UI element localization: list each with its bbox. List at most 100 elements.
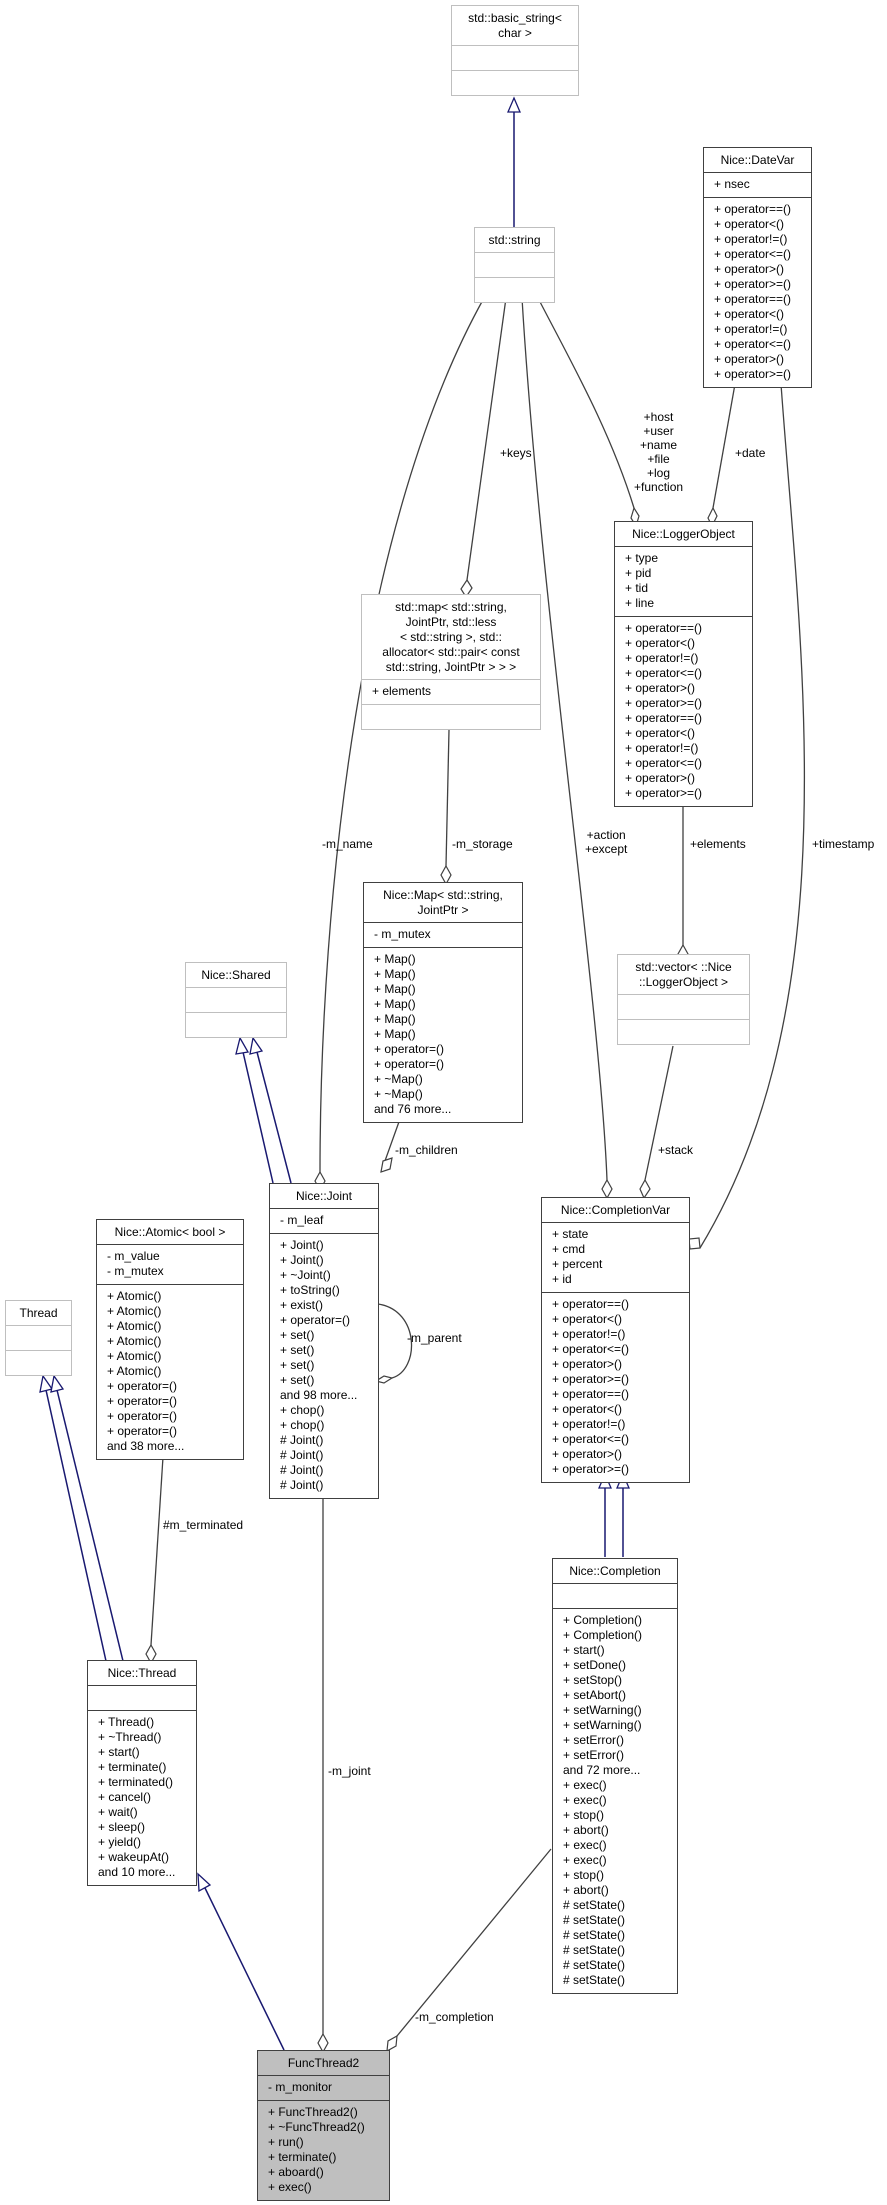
attribute: + state: [552, 1227, 589, 1241]
class-nice-shared[interactable]: Nice::Shared: [185, 962, 287, 1038]
method: # setState(): [563, 1943, 626, 1957]
attribute: - m_value: [107, 1249, 160, 1263]
method: + Map(): [374, 967, 416, 981]
method: + terminate(): [268, 2150, 337, 2164]
method: + toString(): [280, 1283, 340, 1297]
method: + operator>(): [625, 681, 696, 695]
method: + operator=(): [107, 1394, 178, 1408]
method: + Joint(): [280, 1253, 324, 1267]
method: + operator>=(): [625, 696, 703, 710]
inheritance-edge-joint-shared: [235, 1036, 292, 1184]
method: + operator>(): [552, 1447, 623, 1461]
methods-section: [618, 1019, 749, 1044]
method: + Atomic(): [107, 1334, 162, 1348]
method: + Atomic(): [107, 1364, 162, 1378]
edge-label-date: +date: [735, 446, 766, 460]
methods-section: + Thread() + ~Thread() + start() + terminat…: [88, 1710, 196, 1885]
method: + Map(): [374, 1012, 416, 1026]
method: + operator<=(): [714, 247, 792, 261]
association-edge-atomic-nicethread: [145, 1456, 164, 1665]
class-name: Nice::Thread: [107, 1666, 177, 1680]
attributes-section: + state + cmd + percent + id: [542, 1222, 689, 1292]
methods-section: + Joint() + Joint() + ~Joint() + toString()…: [270, 1233, 378, 1498]
method: + sleep(): [98, 1820, 146, 1834]
class-name: Nice::Map< std::string, JointPtr >: [383, 888, 503, 917]
class-name: Nice::Shared: [201, 968, 271, 982]
method: # setState(): [563, 1928, 626, 1942]
methods-section: + operator==() + operator<() + operator!=(…: [542, 1292, 689, 1482]
method: + exist(): [280, 1298, 324, 1312]
class-basic-string[interactable]: std::basic_string< char >: [451, 5, 579, 96]
method: + operator>=(): [625, 786, 703, 800]
edge-label-timestamp: +timestamp: [812, 837, 875, 851]
method: + operator=(): [107, 1409, 178, 1423]
method: + Map(): [374, 1027, 416, 1041]
method: + exec(): [563, 1853, 607, 1867]
attribute: + type: [625, 551, 659, 565]
method: + operator!=(): [714, 322, 788, 336]
association-edge-string-completionvar: [521, 297, 613, 1200]
inheritance-edge-functhread2-nicethread: [197, 1872, 285, 2051]
method: + wakeupAt(): [98, 1850, 170, 1864]
class-nice-thread[interactable]: Nice::Thread+ Thread() + ~Thread() + start…: [87, 1660, 197, 1886]
method: + set(): [280, 1343, 315, 1357]
method: # Joint(): [280, 1478, 324, 1492]
attributes-section: + elements: [362, 679, 540, 704]
class-nice-joint[interactable]: Nice::Joint - m_leaf + Joint() + Joint() + ~…: [269, 1183, 379, 1499]
attributes-section: [618, 994, 749, 1019]
method: + set(): [280, 1373, 315, 1387]
attributes-section: [88, 1685, 196, 1710]
method: + wait(): [98, 1805, 138, 1819]
class-std-string[interactable]: std::string: [474, 227, 555, 303]
class-completionvar[interactable]: Nice::CompletionVar + state + cmd + percent…: [541, 1197, 690, 1483]
edge-label-m-children: -m_children: [395, 1143, 458, 1157]
method: + stop(): [563, 1808, 605, 1822]
class-name: std::map< std::string, JointPtr, std::le…: [382, 600, 520, 674]
method: and 10 more...: [98, 1865, 176, 1879]
method: # setState(): [563, 1898, 626, 1912]
class-loggerobject[interactable]: Nice::LoggerObject + type + pid + tid + line…: [614, 521, 753, 807]
method: # Joint(): [280, 1448, 324, 1462]
method: + Thread(): [98, 1715, 155, 1729]
method: + setWarning(): [563, 1718, 642, 1732]
class-thread[interactable]: Thread: [5, 1300, 72, 1376]
class-std-map[interactable]: std::map< std::string, JointPtr, std::le…: [361, 594, 541, 730]
attribute: + cmd: [552, 1242, 586, 1256]
class-datevar[interactable]: Nice::DateVar + nsec + operator==() + opera…: [703, 147, 812, 388]
edge-label-stack: +stack: [658, 1143, 694, 1157]
class-completion[interactable]: Nice::Completion + Completion() + Completi…: [552, 1558, 678, 1994]
class-nice-map[interactable]: Nice::Map< std::string, JointPtr > - m_mu…: [363, 882, 523, 1123]
method: + operator<=(): [552, 1432, 630, 1446]
method: + operator!=(): [552, 1327, 626, 1341]
method: + exec(): [563, 1778, 607, 1792]
edge-label-keys: +keys: [500, 446, 532, 460]
method: + operator>=(): [552, 1462, 630, 1476]
attribute: + id: [552, 1272, 572, 1286]
association-edge-loggerobject-vector: [677, 803, 689, 965]
method: + set(): [280, 1328, 315, 1342]
method: and 98 more...: [280, 1388, 358, 1402]
class-nice-atomic[interactable]: Nice::Atomic< bool >- m_value - m_mutex+ …: [96, 1219, 244, 1460]
class-name: Nice::Atomic< bool >: [114, 1225, 226, 1239]
edge-label-logger-strings: +host +user +name +file +log +function: [634, 410, 684, 494]
class-name: std::string: [488, 233, 541, 247]
method: + operator<(): [625, 636, 696, 650]
attribute: + tid: [625, 581, 649, 595]
inheritance-edge-completion-completionvar: [598, 1472, 630, 1557]
edge-label-m-joint: -m_joint: [328, 1764, 371, 1778]
attribute: - m_mutex: [107, 1264, 164, 1278]
method: + aboard(): [268, 2165, 324, 2179]
method: + terminate(): [98, 1760, 167, 1774]
method: + start(): [98, 1745, 140, 1759]
method: + setDone(): [563, 1658, 627, 1672]
method: + operator==(): [625, 621, 703, 635]
method: + Completion(): [563, 1613, 643, 1627]
class-functhread2[interactable]: FuncThread2 - m_monitor + FuncThread2() + ~…: [257, 2050, 390, 2201]
method: + ~Map(): [374, 1087, 423, 1101]
method: + yield(): [98, 1835, 142, 1849]
class-std-vector[interactable]: std::vector< ::Nice ::LoggerObject >: [617, 954, 750, 1045]
methods-section: [186, 1012, 286, 1037]
association-edge-stdmap-nicemap: [440, 729, 452, 886]
methods-section: + operator==() + operator<() + operator!=(…: [615, 616, 752, 806]
attributes-section: - m_leaf: [270, 1208, 378, 1233]
